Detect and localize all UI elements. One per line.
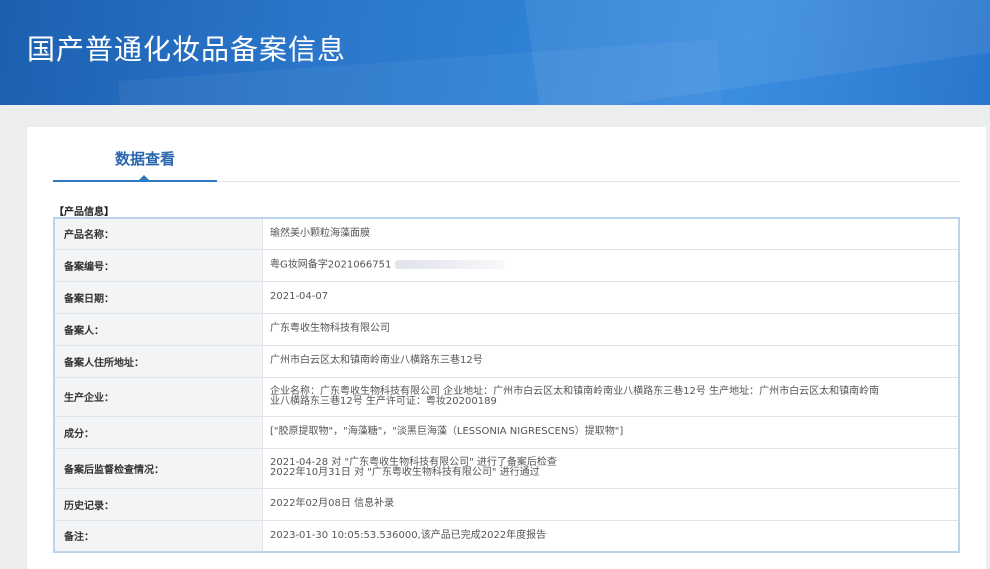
tab-data-view[interactable]: 数据查看: [53, 127, 217, 183]
value-line: 企业名称：广东粤收生物科技有限公司 企业地址：广州市白云区太和镇南岭南业八横路东…: [270, 385, 880, 397]
row-label: 产品名称：: [53, 217, 263, 250]
table-row: 备案日期： 2021-04-07: [53, 280, 960, 314]
row-value: 广州市白云区太和镇南岭南业八横路东三巷12号: [262, 344, 960, 378]
value-line: ["胶原提取物"，"海藻糖"，"淡黑巨海藻（LESSONIA NIGRESCEN…: [270, 426, 624, 437]
row-label: 历史记录：: [53, 487, 263, 521]
value-line: 2023-01-30 10:05:53.536000,该产品已完成2022年度报…: [270, 529, 547, 541]
redaction-blur: [395, 259, 506, 269]
value-line: 广州市白云区太和镇南岭南业八横路东三巷12号: [270, 355, 483, 366]
table-row: 成分： ["胶原提取物"，"海藻糖"，"淡黑巨海藻（LESSONIA NIGRE…: [53, 415, 960, 449]
table-row: 生产企业： 企业名称：广东粤收生物科技有限公司 企业地址：广州市白云区太和镇南岭…: [53, 376, 960, 417]
value-line: 业八横路东三巷12号 生产许可证：粤妆20200189: [270, 395, 497, 407]
row-value: 粤G妆网备字2021066751: [262, 248, 960, 282]
row-value: 企业名称：广东粤收生物科技有限公司 企业地址：广州市白云区太和镇南岭南业八横路东…: [262, 376, 960, 417]
row-label: 备案人：: [53, 312, 263, 346]
table-row: 备案人： 广东粤收生物科技有限公司: [53, 312, 960, 346]
row-label: 备注：: [53, 519, 263, 553]
row-value: 2022年02月08日 信息补录: [262, 487, 960, 521]
table-row: 备注： 2023-01-30 10:05:53.536000,该产品已完成202…: [53, 519, 960, 553]
value-line: 广东粤收生物科技有限公司: [270, 323, 390, 334]
page-title: 国产普通化妆品备案信息: [27, 33, 347, 66]
value-line: 2021-04-07: [270, 291, 329, 302]
table-row: 产品名称： 瑜然美小颗粒海藻面膜: [53, 217, 960, 250]
section-title: 【产品信息】: [54, 207, 114, 218]
value-line: 瑜然美小颗粒海藻面膜: [270, 227, 370, 239]
value-line: 2022年02月08日 信息补录: [270, 498, 395, 509]
table-row: 备案后监督检查情况： 2021-04-28 对 "广东粤收生物科技有限公司" 进…: [53, 447, 960, 489]
header-banner: 国产普通化妆品备案信息: [0, 0, 990, 105]
value-line: 2022年10月31日 对 "广东粤收生物科技有限公司" 进行通过: [270, 467, 540, 478]
row-label: 备案编号：: [53, 248, 263, 282]
row-value: 2021-04-28 对 "广东粤收生物科技有限公司" 进行了备案后检查 202…: [262, 447, 960, 489]
tab-caret-icon: [138, 175, 150, 181]
row-label: 备案人住所地址：: [53, 344, 263, 378]
product-info-table: 产品名称： 瑜然美小颗粒海藻面膜 备案编号： 粤G妆网备字2021066751 …: [53, 217, 960, 553]
row-value: 2021-04-07: [262, 280, 960, 314]
tab-underline: [53, 180, 217, 182]
table-row: 历史记录： 2022年02月08日 信息补录: [53, 487, 960, 521]
table-row: 备案编号： 粤G妆网备字2021066751: [53, 248, 960, 282]
row-value: ["胶原提取物"，"海藻糖"，"淡黑巨海藻（LESSONIA NIGRESCEN…: [262, 415, 960, 449]
row-label: 生产企业：: [53, 376, 263, 417]
table-row: 备案人住所地址： 广州市白云区太和镇南岭南业八横路东三巷12号: [53, 344, 960, 378]
value-line: 粤G妆网备字2021066751: [270, 259, 392, 271]
row-label: 备案日期：: [53, 280, 263, 314]
row-value: 2023-01-30 10:05:53.536000,该产品已完成2022年度报…: [262, 519, 960, 553]
content-card: 数据查看 【产品信息】 产品名称： 瑜然美小颗粒海藻面膜 备案编号： 粤G妆网备…: [27, 127, 986, 569]
row-value: 瑜然美小颗粒海藻面膜: [262, 217, 960, 250]
row-value: 广东粤收生物科技有限公司: [262, 312, 960, 346]
row-label: 成分：: [53, 415, 263, 449]
tab-divider: [217, 181, 960, 182]
tab-label: 数据查看: [115, 150, 176, 168]
row-label: 备案后监督检查情况：: [53, 447, 263, 489]
